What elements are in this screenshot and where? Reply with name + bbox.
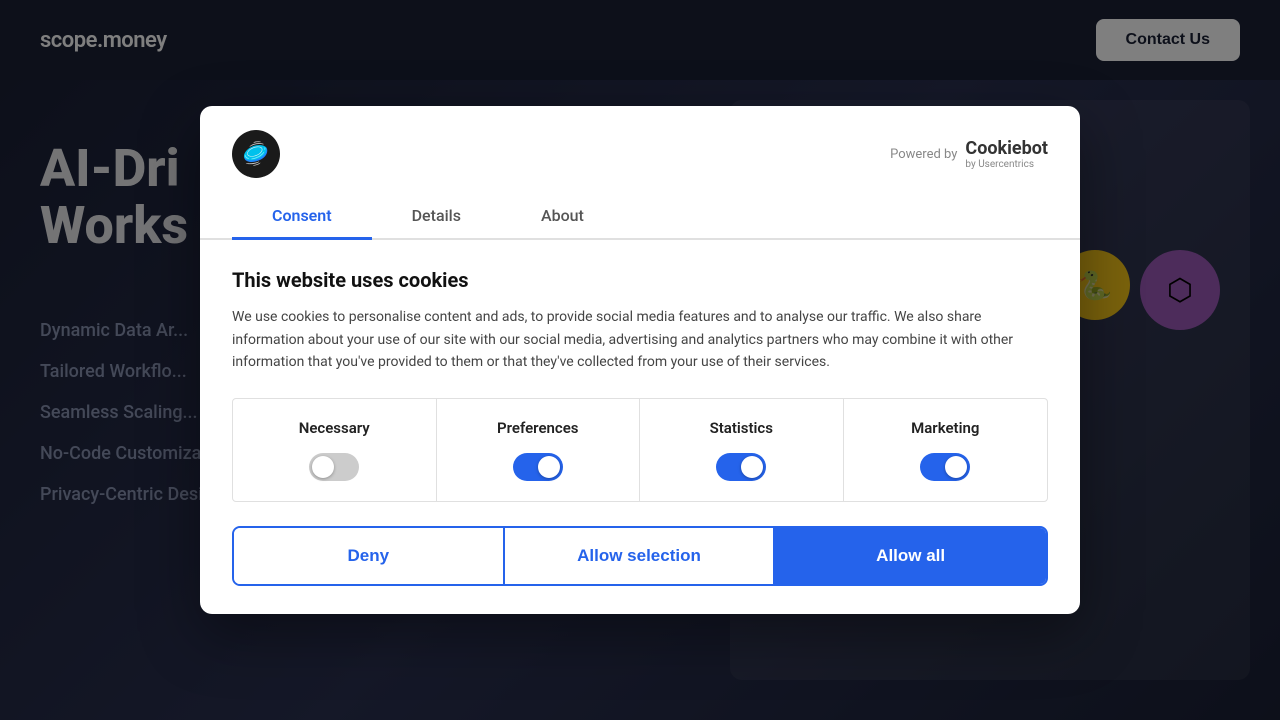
cookiebot-sub: by Usercentrics	[965, 159, 1048, 170]
category-statistics-label: Statistics	[710, 419, 773, 437]
cookie-modal: 🥏 Powered by Cookiebot by Usercentrics C…	[200, 106, 1080, 613]
toggle-necessary[interactable]	[309, 453, 359, 481]
cookiebot-brand: Cookiebot by Usercentrics	[965, 138, 1048, 170]
allow-all-button[interactable]: Allow all	[775, 528, 1046, 584]
toggle-marketing[interactable]	[920, 453, 970, 481]
modal-description: We use cookies to personalise content an…	[232, 306, 1048, 373]
cookie-categories: Necessary Preferences	[232, 398, 1048, 502]
tab-about[interactable]: About	[501, 194, 624, 240]
modal-header: 🥏 Powered by Cookiebot by Usercentrics	[200, 106, 1080, 178]
toggle-track-statistics	[716, 453, 766, 481]
modal-tabs: Consent Details About	[200, 194, 1080, 240]
toggle-track-necessary	[309, 453, 359, 481]
category-statistics: Statistics	[640, 399, 844, 501]
modal-body: This website uses cookies We use cookies…	[200, 240, 1080, 613]
cookiebot-name: Cookiebot	[965, 138, 1048, 159]
toggle-thumb-preferences	[538, 456, 560, 478]
deny-button[interactable]: Deny	[234, 528, 505, 584]
category-necessary: Necessary	[233, 399, 437, 501]
tab-details[interactable]: Details	[372, 194, 501, 240]
toggle-statistics[interactable]	[716, 453, 766, 481]
modal-actions: Deny Allow selection Allow all	[232, 526, 1048, 586]
toggle-thumb-necessary	[312, 456, 334, 478]
modal-overlay: 🥏 Powered by Cookiebot by Usercentrics C…	[0, 0, 1280, 720]
toggle-thumb-statistics	[741, 456, 763, 478]
modal-title: This website uses cookies	[232, 268, 1048, 292]
category-preferences: Preferences	[437, 399, 641, 501]
category-marketing: Marketing	[844, 399, 1048, 501]
toggle-thumb-marketing	[945, 456, 967, 478]
toggle-track-preferences	[513, 453, 563, 481]
powered-by-section: Powered by Cookiebot by Usercentrics	[890, 138, 1048, 170]
toggle-track-marketing	[920, 453, 970, 481]
toggle-preferences[interactable]	[513, 453, 563, 481]
modal-logo-icon: 🥏	[232, 130, 280, 178]
category-preferences-label: Preferences	[497, 419, 579, 437]
allow-selection-button[interactable]: Allow selection	[505, 528, 776, 584]
tab-consent[interactable]: Consent	[232, 194, 372, 240]
powered-by-label: Powered by	[890, 147, 957, 162]
category-necessary-label: Necessary	[299, 419, 370, 437]
category-marketing-label: Marketing	[911, 419, 979, 437]
